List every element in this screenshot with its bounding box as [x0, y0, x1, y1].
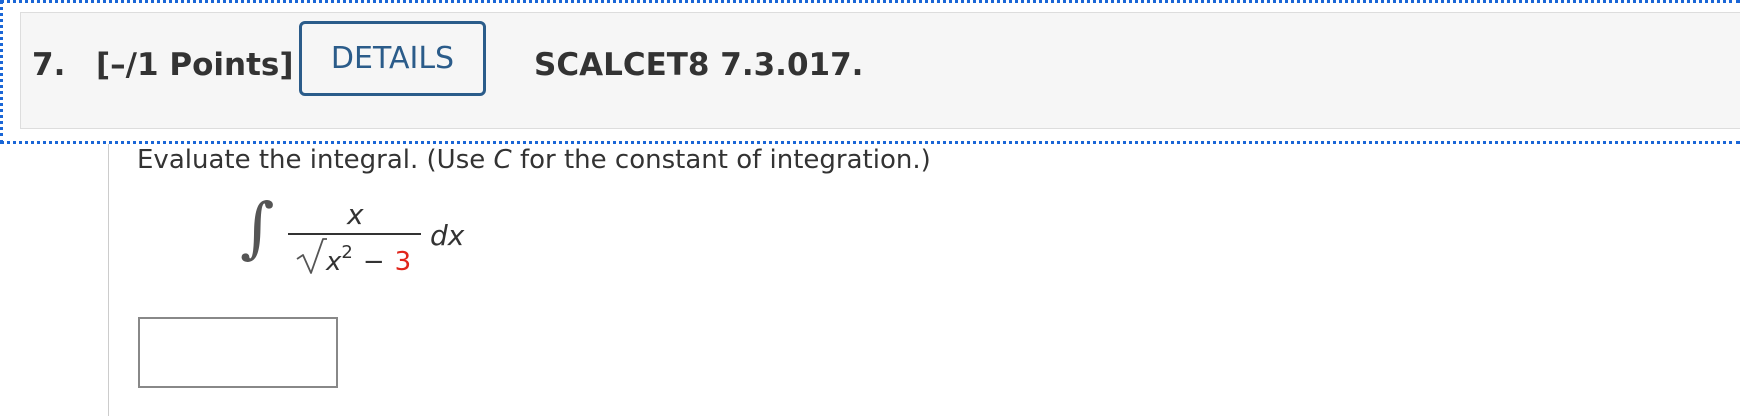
question-points: [–/1 Points] [96, 47, 294, 83]
prompt-variable: C [493, 145, 512, 175]
denominator-operator: − [362, 247, 385, 277]
integral-denominator: x2−3 [326, 242, 412, 277]
denominator-variable: x [326, 247, 342, 277]
integral-sign: ∫ [240, 189, 275, 266]
integral-expression: ∫ x x2−3 dx [240, 195, 480, 285]
denominator-exponent: 2 [341, 242, 353, 263]
question-prompt: Evaluate the integral. (Use C for the co… [137, 145, 931, 175]
integral-differential: dx [430, 219, 465, 252]
question-number: 7. [32, 47, 66, 83]
prompt-text-before: Evaluate the integral. (Use [137, 145, 494, 175]
prompt-text-after: for the constant of integration.) [511, 145, 931, 175]
fraction-bar [288, 233, 421, 235]
question-container: 7. [–/1 Points] DETAILS SCALCET8 7.3.017… [0, 0, 1740, 416]
details-button[interactable]: DETAILS [299, 21, 486, 96]
denominator-constant: 3 [394, 247, 412, 277]
question-code: SCALCET8 7.3.017. [534, 47, 864, 83]
question-body-divider [108, 144, 109, 416]
answer-input[interactable] [138, 317, 338, 388]
integral-numerator: x [347, 198, 364, 231]
square-root-icon [296, 238, 327, 274]
